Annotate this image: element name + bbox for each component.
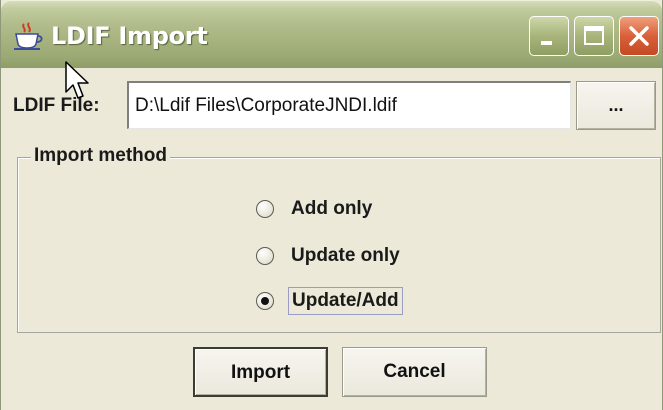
- radio-add-only[interactable]: Add only: [256, 194, 375, 224]
- minimize-icon: [541, 41, 552, 45]
- cancel-button[interactable]: Cancel: [342, 347, 487, 397]
- radio-update-add[interactable]: Update/Add: [256, 286, 403, 316]
- ldif-file-input[interactable]: [127, 81, 571, 129]
- radio-label[interactable]: Update/Add: [288, 287, 403, 315]
- import-method-legend: Import method: [31, 145, 170, 167]
- close-button[interactable]: [619, 16, 659, 56]
- title-bar[interactable]: LDIF Import: [1, 0, 662, 68]
- radio-button-selected-icon[interactable]: [256, 292, 274, 310]
- mouse-pointer-icon: [65, 61, 89, 99]
- close-icon: [629, 26, 649, 46]
- radio-label[interactable]: Add only: [288, 196, 375, 222]
- radio-update-only[interactable]: Update only: [256, 241, 403, 271]
- maximize-icon: [584, 26, 604, 45]
- radio-button-icon[interactable]: [256, 247, 274, 265]
- minimize-button[interactable]: [529, 16, 569, 56]
- radio-label[interactable]: Update only: [288, 243, 403, 269]
- maximize-button[interactable]: [574, 16, 614, 56]
- import-button[interactable]: Import: [193, 347, 328, 397]
- java-coffee-cup-icon: [14, 22, 43, 50]
- window-title: LDIF Import: [51, 22, 208, 50]
- browse-button[interactable]: ...: [576, 81, 656, 130]
- ldif-import-dialog: LDIF Import LDIF File: ... Import method…: [0, 0, 663, 410]
- radio-button-icon[interactable]: [256, 200, 274, 218]
